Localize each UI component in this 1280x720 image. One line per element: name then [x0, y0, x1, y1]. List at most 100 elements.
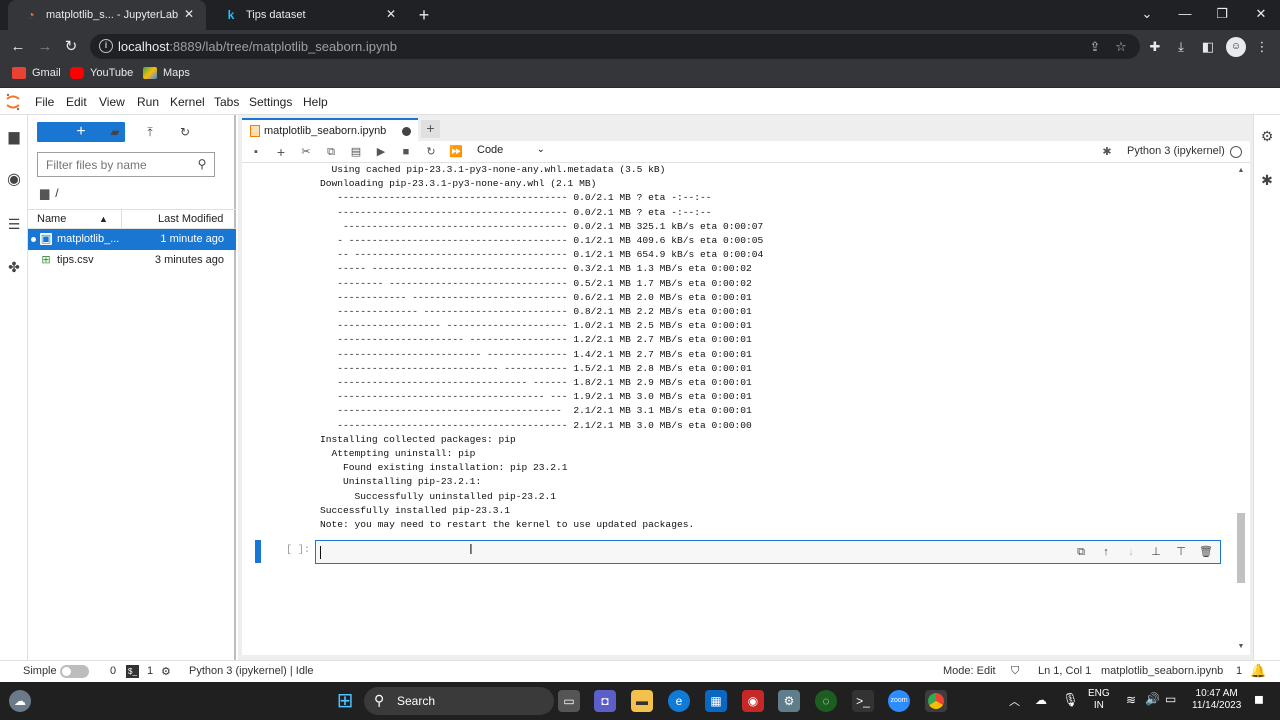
restore-window-icon[interactable]: ❐: [1203, 0, 1241, 30]
column-modified-header[interactable]: Last Modified: [158, 213, 223, 225]
reload-icon[interactable]: ↻: [60, 36, 82, 58]
battery-icon[interactable]: ▭: [1165, 692, 1176, 706]
menu-edit[interactable]: Edit: [66, 95, 87, 109]
insert-above-icon[interactable]: ⊥: [1149, 545, 1163, 559]
duplicate-cell-icon[interactable]: ⧉: [1074, 545, 1088, 559]
address-bar[interactable]: i localhost:8889/lab/tree/matplotlib_sea…: [90, 34, 1140, 59]
upload-icon[interactable]: ⤒: [142, 124, 158, 140]
delete-cell-icon[interactable]: 🗑: [1199, 545, 1213, 559]
browser-menu-icon[interactable]: ⋮: [1253, 38, 1271, 56]
notification-count[interactable]: 1: [1236, 665, 1242, 677]
minimize-window-icon[interactable]: —: [1166, 0, 1204, 30]
chrome-app-icon[interactable]: [925, 690, 947, 712]
scrollbar-thumb[interactable]: [1237, 513, 1245, 583]
scroll-up-icon[interactable]: ▲: [1236, 167, 1246, 175]
browser-tab-jupyterlab[interactable]: ◔ matplotlib_s... - JupyterLab ✕: [8, 0, 206, 30]
menu-settings[interactable]: Settings: [249, 95, 292, 109]
column-name-header[interactable]: Name: [37, 213, 66, 225]
settings-gear-icon[interactable]: ⚙: [778, 690, 800, 712]
side-panel-icon[interactable]: ◧: [1199, 38, 1217, 56]
save-icon[interactable]: ▪: [248, 144, 264, 160]
menu-view[interactable]: View: [99, 95, 125, 109]
insert-cell-icon[interactable]: +: [273, 144, 289, 160]
insert-below-icon[interactable]: ⊤: [1174, 545, 1188, 559]
browser-tab-tips-dataset[interactable]: k Tips dataset ✕: [208, 0, 408, 30]
cut-icon[interactable]: ✂: [298, 144, 314, 160]
notebook-document-tab[interactable]: matplotlib_seaborn.ipynb: [242, 118, 418, 141]
paste-icon[interactable]: ▤: [348, 144, 364, 160]
task-view-icon[interactable]: ▭: [558, 690, 580, 712]
file-row-csv[interactable]: ⊞ tips.csv 3 minutes ago: [28, 250, 236, 271]
breadcrumb-root[interactable]: /: [55, 186, 58, 200]
unsaved-dot-icon[interactable]: [402, 127, 411, 136]
close-window-icon[interactable]: ✕: [1242, 0, 1280, 30]
close-tab-icon[interactable]: ✕: [182, 7, 196, 21]
scroll-down-icon[interactable]: ▼: [1236, 643, 1246, 651]
terminal-icon[interactable]: $_: [126, 665, 139, 678]
file-row-notebook[interactable]: ▣ matplotlib_... 1 minute ago: [28, 229, 236, 250]
move-down-icon[interactable]: ↓: [1124, 545, 1138, 559]
back-arrow-icon[interactable]: ←: [7, 36, 29, 58]
notifications-icon[interactable]: ◼: [1254, 692, 1264, 706]
menu-run[interactable]: Run: [137, 95, 159, 109]
forward-arrow-icon[interactable]: →: [34, 36, 56, 58]
interrupt-icon[interactable]: ■: [398, 144, 414, 160]
copy-icon[interactable]: ⧉: [323, 144, 339, 160]
kernel-settings-icon[interactable]: ⚙: [161, 665, 171, 678]
file-browser-folder-icon[interactable]: ▆: [5, 127, 23, 145]
kernel-name[interactable]: Python 3 (ipykernel): [1127, 145, 1225, 157]
active-cell-marker[interactable]: [255, 540, 261, 563]
running-kernels-icon[interactable]: ◉: [5, 171, 23, 189]
shield-check-icon[interactable]: ⛉: [1011, 665, 1019, 678]
new-folder-icon[interactable]: ▰: [107, 124, 123, 140]
taskbar-search[interactable]: ⚲ Search: [364, 687, 554, 715]
close-tab-icon[interactable]: ✕: [384, 7, 398, 21]
table-of-contents-icon[interactable]: ☰: [5, 215, 23, 233]
menu-help[interactable]: Help: [303, 95, 328, 109]
profile-avatar[interactable]: ☺: [1226, 37, 1246, 57]
extension-manager-icon[interactable]: ✤: [5, 258, 23, 276]
microphone-icon[interactable]: 🎙: [1062, 692, 1079, 708]
start-windows-icon[interactable]: ⊞: [334, 690, 356, 712]
share-icon[interactable]: ⇪: [1087, 39, 1103, 55]
bookmark-gmail[interactable]: Gmail: [12, 67, 61, 79]
file-explorer-icon[interactable]: ▬: [631, 690, 653, 712]
kernel-count[interactable]: 1: [147, 665, 153, 677]
zoom-app-icon[interactable]: zoom: [888, 690, 910, 712]
cell-type-select[interactable]: Code ⌄: [477, 144, 545, 160]
run-icon[interactable]: ▶: [373, 144, 389, 160]
bookmark-star-icon[interactable]: ☆: [1113, 39, 1129, 55]
progress-app-icon[interactable]: ◌: [815, 690, 837, 712]
site-info-icon[interactable]: i: [99, 39, 113, 53]
download-icon[interactable]: ⤓: [1172, 38, 1190, 56]
kernel-status[interactable]: Python 3 (ipykernel) | Idle: [189, 665, 314, 677]
new-tab-button[interactable]: +: [414, 5, 434, 25]
teams-chat-icon[interactable]: ◘: [594, 690, 616, 712]
extensions-puzzle-icon[interactable]: ✚: [1146, 38, 1164, 56]
cursor-position[interactable]: Ln 1, Col 1: [1038, 665, 1091, 677]
onedrive-cloud-icon[interactable]: ☁: [1035, 693, 1047, 707]
bookmark-maps[interactable]: Maps: [143, 67, 190, 79]
menu-file[interactable]: File: [35, 95, 54, 109]
wifi-icon[interactable]: ≋: [1126, 693, 1136, 707]
weather-widget-icon[interactable]: ☁: [9, 690, 31, 712]
bell-icon[interactable]: 🔔: [1250, 663, 1266, 679]
bookmark-youtube[interactable]: YouTube: [70, 67, 133, 79]
move-up-icon[interactable]: ↑: [1099, 545, 1113, 559]
folder-icon[interactable]: ▆: [40, 186, 49, 200]
restart-run-all-icon[interactable]: ⏩: [448, 144, 464, 160]
simple-mode-toggle[interactable]: [60, 665, 89, 678]
clock[interactable]: 10:47 AM 11/14/2023: [1192, 688, 1241, 712]
scrollbar[interactable]: ▲ ▼: [1235, 163, 1247, 655]
debugger-icon[interactable]: ✱: [1258, 171, 1276, 189]
camera-app-icon[interactable]: ◉: [742, 690, 764, 712]
add-launcher-tab-button[interactable]: +: [421, 120, 440, 138]
show-hidden-icons-chevron-icon[interactable]: ︿: [1009, 693, 1020, 709]
terminal-app-icon[interactable]: >_: [852, 690, 874, 712]
menu-kernel[interactable]: Kernel: [170, 95, 205, 109]
restart-icon[interactable]: ↻: [423, 144, 439, 160]
menu-tabs[interactable]: Tabs: [214, 95, 239, 109]
debugger-bug-icon[interactable]: ✱: [1099, 144, 1115, 160]
microsoft-store-icon[interactable]: ▦: [705, 690, 727, 712]
property-inspector-gear-icon[interactable]: ⚙: [1258, 127, 1276, 145]
